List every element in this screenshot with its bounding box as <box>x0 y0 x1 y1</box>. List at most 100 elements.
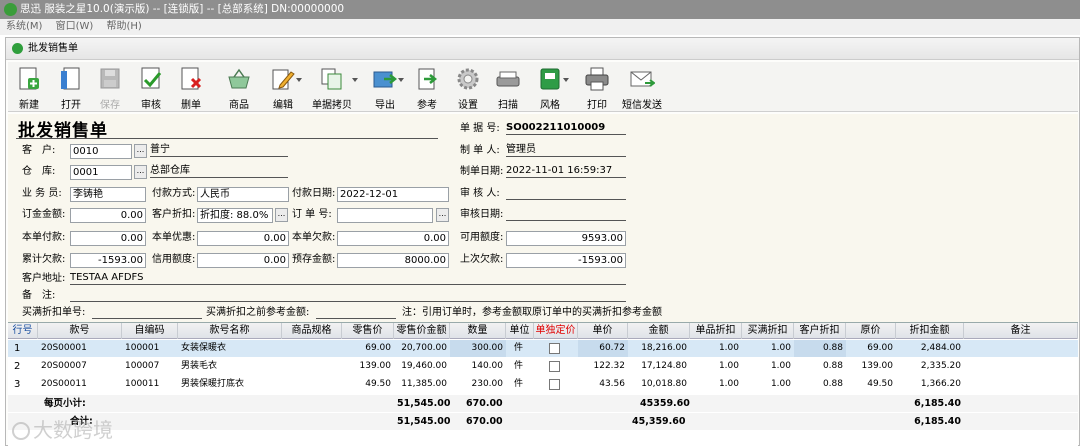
prestore-field[interactable]: 8000.00 <box>337 253 449 268</box>
buyout-ref-label: 买满折扣之前参考金额: <box>206 307 310 318</box>
total-owed-field[interactable]: -1593.00 <box>70 253 146 268</box>
copy-doc-button[interactable]: 单据拷贝 <box>308 64 358 111</box>
deposit-field[interactable]: 0.00 <box>70 208 146 223</box>
new-doc-icon <box>16 66 42 92</box>
discount-field[interactable]: 折扣度: 88.0% <box>197 208 273 223</box>
remark-field[interactable] <box>70 288 626 302</box>
detail-grid: 行号 款号 自编码 款号名称 商品规格 零售价 零售价金额 数量 单位 单独定价… <box>8 322 1078 446</box>
paydate-field[interactable]: 2022-12-01 <box>337 187 449 202</box>
header-spec[interactable]: 商品规格 <box>282 323 342 339</box>
style-button[interactable]: 风格 <box>533 64 569 111</box>
customer-lookup-button[interactable]: ... <box>134 144 147 158</box>
total-owed-label: 累计欠款: <box>22 254 66 265</box>
window-titlebar: 思迅 服装之星10.0(演示版) -- [连锁版] -- [总部系统] DN:0… <box>0 0 1080 19</box>
header-single-price[interactable]: 单独定价 <box>534 323 578 339</box>
reference-button[interactable]: 参考 <box>412 64 442 111</box>
copy-doc-icon <box>319 66 345 92</box>
remark-label: 备 注: <box>22 290 56 301</box>
header-customer-discount[interactable]: 客户折扣 <box>794 323 846 339</box>
table-row[interactable]: 1 20S00001 100001 女装保暖衣 69.00 20,700.00 … <box>8 340 1078 357</box>
header-original-price[interactable]: 原价 <box>846 323 896 339</box>
header-style-no[interactable]: 款号 <box>38 323 122 339</box>
header-row-no[interactable]: 行号 <box>8 323 38 339</box>
owed-label: 本单欠款: <box>292 232 336 243</box>
settings-button[interactable]: 设置 <box>453 64 483 111</box>
orderno-lookup-button[interactable]: ... <box>436 208 449 222</box>
product-button[interactable]: 商品 <box>224 64 254 111</box>
owed-field[interactable]: 0.00 <box>337 231 449 246</box>
user-icon <box>12 43 23 54</box>
single-price-checkbox[interactable] <box>549 343 560 354</box>
export-icon <box>372 66 398 92</box>
buyout-no-field[interactable] <box>92 305 202 319</box>
auditdate-label: 审核日期: <box>460 209 504 220</box>
single-price-checkbox[interactable] <box>549 361 560 372</box>
benefit-label: 本单优惠: <box>152 232 196 243</box>
single-price-checkbox[interactable] <box>549 379 560 390</box>
orderno-label: 订 单 号: <box>292 209 332 220</box>
deposit-label: 订金金额: <box>22 209 66 220</box>
menu-window[interactable]: 窗口(W) <box>56 19 94 35</box>
header-remark[interactable]: 备注 <box>964 323 1078 339</box>
panel-header: 批发销售单 <box>6 38 1079 60</box>
header-retail-price[interactable]: 零售价 <box>342 323 394 339</box>
salesman-field[interactable]: 李铸艳 <box>70 187 146 202</box>
menu-system[interactable]: 系统(M) <box>6 19 42 35</box>
header-self-code[interactable]: 自编码 <box>122 323 178 339</box>
approve-button[interactable]: 审核 <box>136 64 166 111</box>
header-buyout-discount[interactable]: 买满折扣 <box>742 323 794 339</box>
edit-button[interactable]: 编辑 <box>266 64 302 111</box>
chevron-down-icon[interactable] <box>563 78 569 82</box>
chevron-down-icon[interactable] <box>296 78 302 82</box>
save-button[interactable]: 保存 <box>95 64 125 111</box>
makedate-label: 制单日期: <box>460 166 504 177</box>
open-button[interactable]: 打开 <box>56 64 86 111</box>
header-qty[interactable]: 数量 <box>450 323 506 339</box>
header-amount[interactable]: 金额 <box>628 323 690 339</box>
paid-field[interactable]: 0.00 <box>70 231 146 246</box>
header-unit-price[interactable]: 单价 <box>578 323 628 339</box>
buyout-note: 注：引用订单时，参考金额取原订单中的买满折扣参考金额 <box>402 307 662 318</box>
print-button[interactable]: 打印 <box>582 64 612 111</box>
new-button[interactable]: 新建 <box>14 64 44 111</box>
warehouse-code-field[interactable]: 0001 <box>70 165 132 180</box>
buyout-label: 买满折扣单号: <box>22 307 86 318</box>
buyout-ref-field[interactable] <box>316 305 396 319</box>
scan-button[interactable]: 扫描 <box>493 64 523 111</box>
menu-bar: 系统(M) 窗口(W) 帮助(H) <box>0 19 1080 35</box>
orderno-field[interactable] <box>337 208 433 223</box>
delete-button[interactable]: 删单 <box>176 64 206 111</box>
credit-field[interactable]: 0.00 <box>197 253 289 268</box>
prestore-label: 预存金额: <box>292 254 336 265</box>
chevron-down-icon[interactable] <box>352 78 358 82</box>
address-field[interactable]: TESTAA AFDFS <box>70 271 626 285</box>
wholesale-sales-panel: 批发销售单 新建 打开 保存 审核 删单 商品 编辑 单据拷贝 导出 参考 设置… <box>5 37 1080 446</box>
panel-title: 批发销售单 <box>28 43 78 54</box>
paymethod-field[interactable]: 人民币 <box>197 187 289 202</box>
discount-lookup-button[interactable]: ... <box>275 208 288 222</box>
export-button[interactable]: 导出 <box>368 64 404 111</box>
last-owed-field[interactable]: -1593.00 <box>506 253 626 268</box>
header-item-discount[interactable]: 单品折扣 <box>690 323 742 339</box>
header-unit[interactable]: 单位 <box>506 323 534 339</box>
scanner-icon <box>495 66 521 92</box>
table-row[interactable]: 2 20S00007 100007 男装毛衣 139.00 19,460.00 … <box>8 358 1078 375</box>
chevron-down-icon[interactable] <box>398 78 404 82</box>
paid-label: 本单付款: <box>22 232 66 243</box>
style-icon <box>537 66 563 92</box>
header-retail-amount[interactable]: 零售价金额 <box>394 323 450 339</box>
header-discount-amount[interactable]: 折扣金额 <box>896 323 964 339</box>
warehouse-lookup-button[interactable]: ... <box>134 165 147 179</box>
sms-mail-icon <box>629 66 656 92</box>
available-field[interactable]: 9593.00 <box>506 231 626 246</box>
menu-help[interactable]: 帮助(H) <box>107 19 142 35</box>
auditor-value <box>506 186 626 200</box>
sms-send-button[interactable]: 短信发送 <box>618 64 666 111</box>
table-row[interactable]: 3 20S00011 100011 男装保暖打底衣 49.50 11,385.0… <box>8 376 1078 393</box>
maker-label: 制 单 人: <box>460 145 500 156</box>
benefit-field[interactable]: 0.00 <box>197 231 289 246</box>
delete-doc-icon <box>178 66 204 92</box>
header-style-name[interactable]: 款号名称 <box>178 323 282 339</box>
customer-code-field[interactable]: 0010 <box>70 144 132 159</box>
open-doc-icon <box>58 66 84 92</box>
